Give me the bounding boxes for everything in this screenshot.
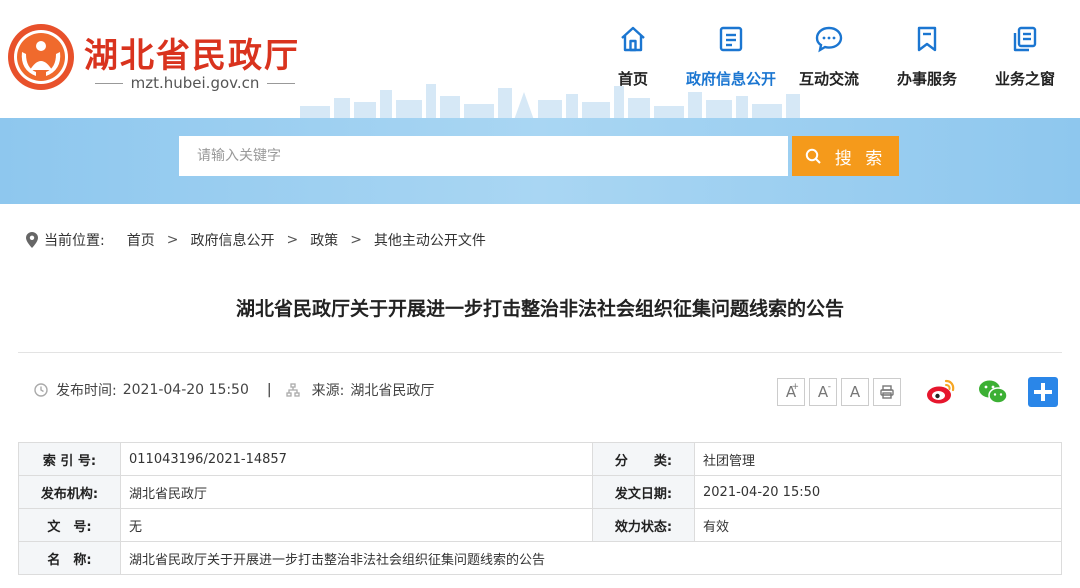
breadcrumb-separator: > — [286, 232, 299, 248]
publish-time-label: 发布时间: — [56, 383, 117, 399]
font-increase-mark: + — [791, 382, 799, 392]
breadcrumb-item-policy[interactable]: 政策 — [310, 230, 338, 250]
font-reset-button[interactable]: A — [841, 378, 869, 406]
site-url: mzt.hubei.gov.cn — [84, 74, 306, 92]
table-row: 文 号: 无 效力状态: 有效 — [18, 508, 1062, 542]
issue-date-label: 发文日期: — [592, 475, 695, 509]
table-row: 名 称: 湖北省民政厅关于开展进一步打击整治非法社会组织征集问题线索的公告 — [18, 541, 1062, 575]
share-more-button[interactable] — [1027, 376, 1059, 408]
search-input[interactable] — [179, 136, 788, 176]
table-row: 索 引 号: 011043196/2021-14857 分 类: 社团管理 — [18, 442, 1062, 476]
breadcrumb-item-government-info[interactable]: 政府信息公开 — [190, 230, 274, 250]
search-icon — [805, 148, 821, 164]
nav-label: 政府信息公开 — [685, 70, 776, 88]
issue-date-value: 2021-04-20 15:50 — [694, 475, 1062, 509]
breadcrumb-item-other-files[interactable]: 其他主动公开文件 — [374, 230, 486, 250]
clock-icon — [34, 383, 48, 397]
breadcrumb-separator: > — [166, 232, 179, 248]
home-icon — [621, 26, 645, 52]
print-icon — [880, 385, 894, 399]
font-decrease-mark: - — [827, 382, 831, 392]
nav-label: 办事服务 — [896, 70, 957, 88]
font-increase-button[interactable]: A + — [777, 378, 805, 406]
category-label: 分 类: — [592, 442, 695, 476]
document-info-table: 索 引 号: 011043196/2021-14857 分 类: 社团管理 发布… — [18, 442, 1062, 575]
nav-item-home[interactable]: 首页 — [584, 24, 682, 89]
location-pin-icon — [26, 232, 38, 248]
title-divider — [18, 352, 1062, 353]
wechat-icon — [979, 380, 1008, 404]
weibo-icon — [927, 379, 955, 404]
nav-label: 首页 — [617, 70, 648, 88]
publisher-label: 发布机构: — [18, 475, 121, 509]
nav-item-interaction[interactable]: 互动交流 — [780, 24, 878, 89]
nav-item-business-window[interactable]: 业务之窗 — [976, 24, 1074, 89]
meta-separator: | — [266, 382, 272, 398]
document-number-value: 无 — [120, 508, 593, 542]
site-header: 湖北省民政厅 mzt.hubei.gov.cn 首页 政府信息公开 互动交流 办… — [0, 0, 1080, 120]
article-meta: 发布时间: 2021-04-20 15:50 | 来源: 湖北省民政厅 — [34, 380, 434, 400]
breadcrumb: 当前位置: 首页 > 政府信息公开 > 政策 > 其他主动公开文件 — [26, 230, 486, 250]
font-decrease-glyph: A — [817, 383, 829, 401]
source-value: 湖北省民政厅 — [350, 383, 435, 399]
article-title: 湖北省民政厅关于开展进一步打击整治非法社会组织征集问题线索的公告 — [235, 298, 844, 320]
copy-icon — [1013, 26, 1037, 52]
breadcrumb-separator: > — [350, 232, 362, 248]
index-number-value: 011043196/2021-14857 — [120, 442, 593, 476]
document-name-label: 名 称: — [18, 541, 121, 575]
validity-status-value: 有效 — [694, 508, 1062, 542]
breadcrumb-prefix: 当前位置: — [44, 233, 105, 249]
share-weibo-button[interactable] — [925, 376, 957, 408]
share-wechat-button[interactable] — [977, 376, 1009, 408]
article-tools: A + A- A — [777, 376, 1059, 408]
chat-bubble-icon — [815, 26, 843, 53]
document-name-value: 湖北省民政厅关于开展进一步打击整治非法社会组织征集问题线索的公告 — [120, 541, 1062, 575]
bookmark-icon — [917, 26, 937, 52]
document-list-icon — [719, 26, 743, 52]
nav-item-government-info[interactable]: 政府信息公开 — [682, 24, 780, 89]
org-chart-icon — [285, 383, 300, 397]
nav-label: 业务之窗 — [994, 70, 1055, 88]
publisher-value: 湖北省民政厅 — [120, 475, 593, 509]
font-reset-glyph: A — [849, 383, 861, 401]
main-nav: 首页 政府信息公开 互动交流 办事服务 业务之窗 — [584, 24, 1074, 89]
search-band: 搜 索 — [0, 118, 1080, 204]
nav-item-services[interactable]: 办事服务 — [878, 24, 976, 89]
category-value: 社团管理 — [694, 442, 1062, 476]
search-button-label: 搜 索 — [834, 148, 887, 169]
site-title[interactable]: 湖北省民政厅 — [84, 28, 300, 77]
font-decrease-button[interactable]: A- — [809, 378, 837, 406]
print-button[interactable] — [873, 378, 901, 406]
nav-label: 互动交流 — [798, 70, 859, 88]
ministry-emblem-logo — [8, 24, 74, 90]
plus-icon — [1028, 377, 1058, 407]
source-label: 来源: — [311, 383, 345, 399]
document-number-label: 文 号: — [18, 508, 121, 542]
validity-status-label: 效力状态: — [592, 508, 695, 542]
search-button[interactable]: 搜 索 — [792, 136, 899, 176]
index-number-label: 索 引 号: — [18, 442, 121, 476]
publish-time-value: 2021-04-20 15:50 — [122, 382, 249, 398]
breadcrumb-item-home[interactable]: 首页 — [127, 230, 155, 250]
table-row: 发布机构: 湖北省民政厅 发文日期: 2021-04-20 15:50 — [18, 475, 1062, 509]
